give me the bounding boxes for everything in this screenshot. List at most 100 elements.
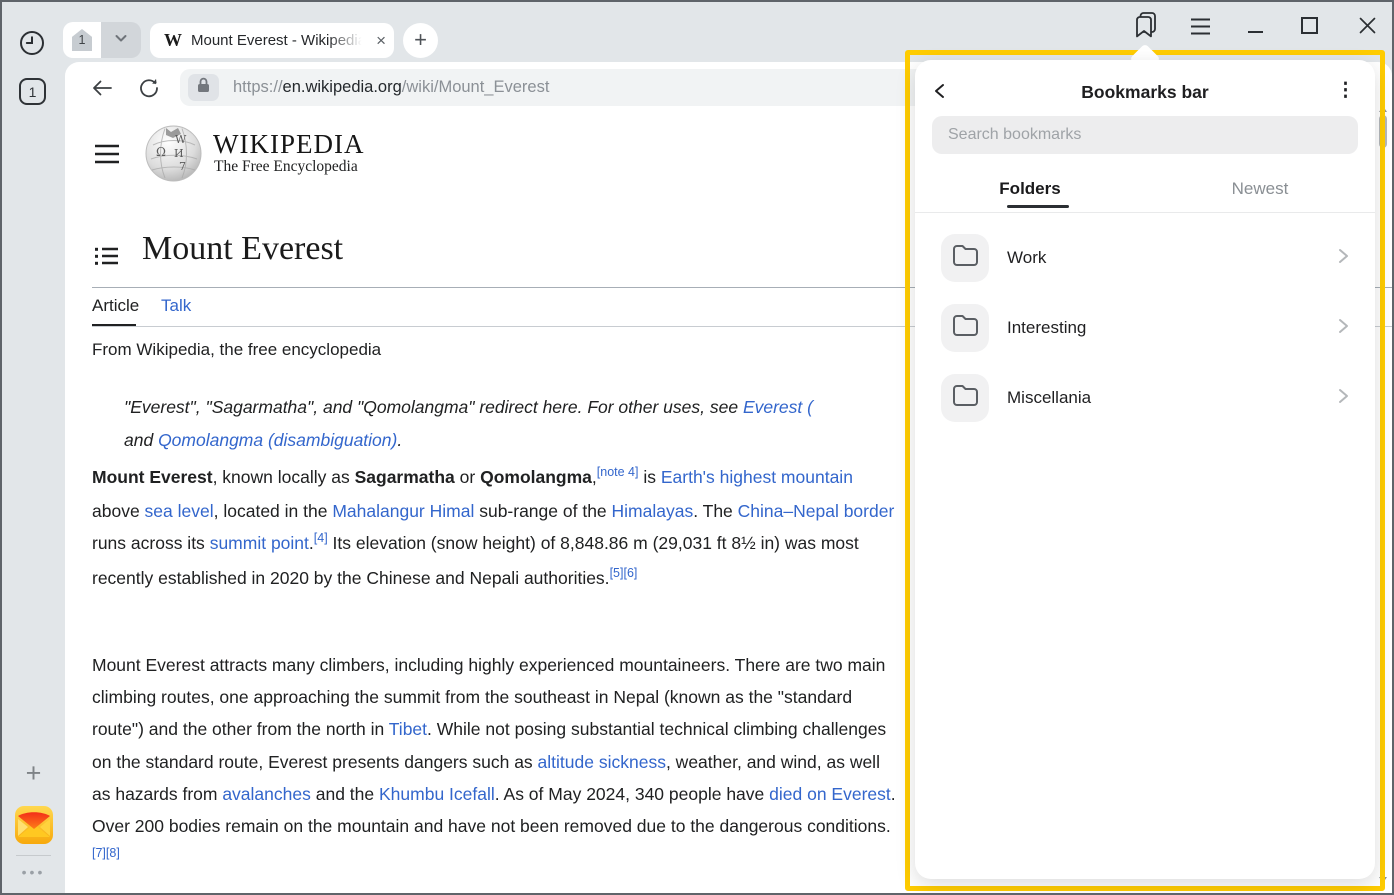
folder-row-miscellania[interactable]: Miscellania [915,363,1375,433]
wiki-link[interactable]: [7] [92,846,106,860]
tab-talk[interactable]: Talk [161,296,191,316]
folder-row-interesting[interactable]: Interesting [915,293,1375,363]
close-window-button[interactable] [1358,16,1377,40]
site-security-chip[interactable] [188,74,219,101]
text-run: Sagarmatha [355,467,455,487]
wiki-link[interactable]: altitude sickness [538,752,666,772]
wiki-link[interactable]: Khumbu Icefall [379,784,495,804]
text-run: , located in the [214,501,333,521]
history-button[interactable] [18,29,46,57]
folder-name: Interesting [1007,318,1336,338]
sidebar-add-button[interactable]: + [2,760,65,787]
folder-icon [952,384,979,412]
chevron-right-icon [1336,388,1350,409]
active-tab-underline [1007,205,1069,208]
folder-list: Work Interesting [915,223,1375,433]
toc-toggle-button[interactable] [95,246,119,271]
minimize-icon [1248,31,1263,33]
text-run: , known locally as [213,467,355,487]
wikipedia-globe-icon: Ω W И 7 [145,169,202,186]
back-arrow-icon [89,87,115,104]
wiki-link[interactable]: died on Everest [769,784,891,804]
maximize-button[interactable] [1301,17,1318,34]
popup-tabs: Folders Newest [915,170,1375,214]
lock-icon [195,76,212,99]
url-host: en.wikipedia.org [283,78,402,96]
bookmarks-icon [1133,26,1159,43]
wiki-link[interactable]: Everest ( [743,397,813,417]
hamburger-icon [1191,22,1210,39]
url-scheme: https:// [233,78,283,96]
wiki-menu-button[interactable] [95,144,119,169]
mail-icon [15,831,53,848]
tab-article[interactable]: Article [92,296,139,316]
kebab-menu-icon[interactable]: ⋮ [1336,79,1355,102]
wiki-link[interactable]: Qomolangma (disambiguation) [158,430,397,450]
browser-tab[interactable]: W Mount Everest - Wikipedia × [150,23,394,58]
close-icon [1358,22,1377,39]
tab-title: Mount Everest - Wikipedia [191,32,367,49]
folder-name: Work [1007,248,1336,268]
tab-close-icon[interactable]: × [376,32,386,49]
wiki-link[interactable]: Earth's highest mountain [661,467,853,487]
wiki-link[interactable]: [4] [314,531,328,545]
page-subtitle: From Wikipedia, the free encyclopedia [92,340,381,360]
reload-button[interactable] [137,76,161,105]
sidebar-workspace-badge[interactable]: 1 [19,78,46,105]
list-icon [95,253,119,270]
tab-newest[interactable]: Newest [1145,170,1375,214]
text-run: or [455,467,480,487]
wiki-link[interactable]: Mahalangur Himal [332,501,474,521]
folder-name: Miscellania [1007,388,1336,408]
folder-tile [941,374,989,422]
text-run: Qomolangma [480,467,592,487]
wikipedia-favicon: W [164,30,182,51]
browser-menu-button[interactable] [1191,18,1210,40]
minimize-button[interactable] [1248,31,1263,33]
text-run: above [92,501,145,521]
popup-title: Bookmarks bar [915,82,1375,103]
wikipedia-logo[interactable]: Ω W И 7 [145,125,202,187]
bookmarks-toolbar-button[interactable] [1133,11,1159,44]
tab-count-badge: 1 [72,29,92,51]
wiki-link[interactable]: [5] [610,566,624,580]
wiki-link[interactable]: [6] [623,566,637,580]
wikipedia-wordmark: WIKIPEDIA [213,129,364,160]
text-run: and [124,430,158,450]
chevron-right-icon [1336,248,1350,269]
search-bookmarks-input[interactable] [932,116,1358,154]
reload-icon [137,87,161,104]
tab-group-control[interactable]: 1 [63,22,141,58]
wiki-link[interactable]: [note 4] [597,465,639,479]
wiki-link[interactable]: avalanches [222,784,311,804]
tab-group-dropdown[interactable] [101,22,141,58]
wiki-link[interactable]: sea level [145,501,214,521]
text-run: . The [693,501,737,521]
mail-app-button[interactable] [15,806,53,849]
tab-group-active[interactable]: 1 [63,22,101,58]
wiki-link[interactable]: China–Nepal border [738,501,895,521]
wiki-link[interactable]: [8] [106,846,120,860]
wiki-link[interactable]: Tibet [389,719,427,739]
text-run: . As of May 2024, 340 people have [495,784,769,804]
sidebar-more-button[interactable]: ••• [2,864,65,880]
folder-icon [952,314,979,342]
new-tab-button[interactable]: + [403,23,438,58]
text-run: runs across its [92,533,210,553]
folder-icon [952,244,979,272]
back-button[interactable] [89,76,115,105]
chevron-down-icon [113,30,129,51]
browser-sidebar: 1 + ••• [2,62,65,893]
article-paragraph: Mount Everest, known locally as Sagarmat… [92,461,898,596]
text-run: is [638,467,660,487]
wiki-link[interactable]: Himalayas [612,501,694,521]
folder-row-work[interactable]: Work [915,223,1375,293]
text-run: and the [311,784,379,804]
tabs-divider [915,212,1375,213]
bookmarks-popup: Bookmarks bar ⋮ Folders Newest Work [915,60,1375,879]
url-text: https://en.wikipedia.org/wiki/Mount_Ever… [233,78,549,97]
wiki-link[interactable]: summit point [210,533,309,553]
sidebar-divider [16,855,51,856]
chevron-right-icon [1336,318,1350,339]
svg-text:7: 7 [179,160,186,173]
